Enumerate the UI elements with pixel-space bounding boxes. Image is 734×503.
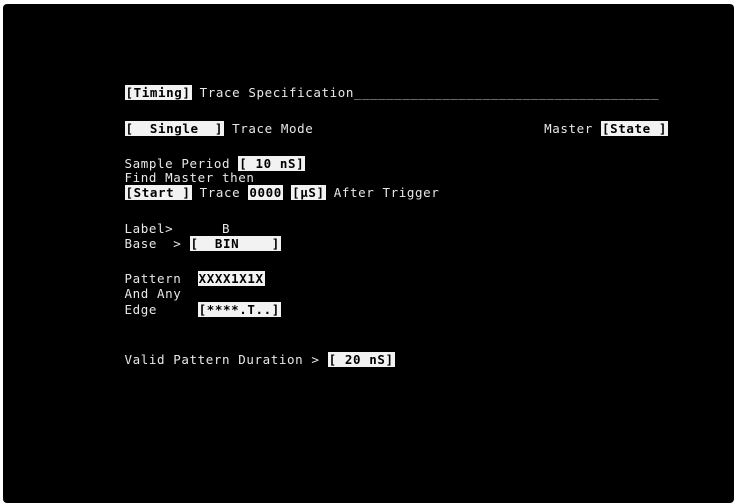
base-label: Base >: [124, 236, 190, 251]
trace-spec-title-row: [Timing] Trace Specification____________…: [92, 73, 659, 112]
base-field[interactable]: [ BIN ]: [189, 236, 281, 251]
master-field[interactable]: [State ]: [600, 121, 668, 136]
trace-spec-title: Trace Specification: [191, 85, 355, 100]
trace-mode-row: [ Single ] Trace Mode: [92, 109, 313, 148]
trace-label: Trace: [191, 185, 249, 200]
trace-row: [Start ] Trace 0000 [µS] After Trigger: [92, 173, 439, 212]
base-row: Base > [ BIN ]: [92, 224, 281, 263]
trace-mode-field[interactable]: [ Single ]: [124, 121, 225, 136]
trace-start-field[interactable]: [Start ]: [124, 185, 192, 200]
timing-mode-field[interactable]: [Timing]: [124, 85, 192, 100]
valid-duration-row: Valid Pattern Duration > [ 20 nS]: [92, 340, 395, 379]
trace-unit-field[interactable]: [µS]: [291, 185, 326, 200]
valid-duration-field[interactable]: [ 20 nS]: [327, 352, 395, 367]
edge-label: Edge: [124, 302, 198, 317]
trace-mode-label: Trace Mode: [224, 121, 314, 136]
master-label: Master: [544, 121, 601, 136]
after-trigger-label: After Trigger: [325, 185, 440, 200]
trace-count-field[interactable]: 0000: [248, 185, 283, 200]
analyzer-screen: [Timing] Trace Specification____________…: [3, 4, 734, 503]
edge-row: Edge [****.T..]: [92, 290, 281, 329]
valid-duration-label: Valid Pattern Duration >: [124, 352, 328, 367]
edge-field[interactable]: [****.T..]: [197, 302, 281, 317]
title-underline: ______________________________________: [354, 85, 660, 100]
master-row: Master [State ]: [512, 109, 668, 148]
pattern-field[interactable]: XXXX1X1X: [197, 271, 265, 286]
